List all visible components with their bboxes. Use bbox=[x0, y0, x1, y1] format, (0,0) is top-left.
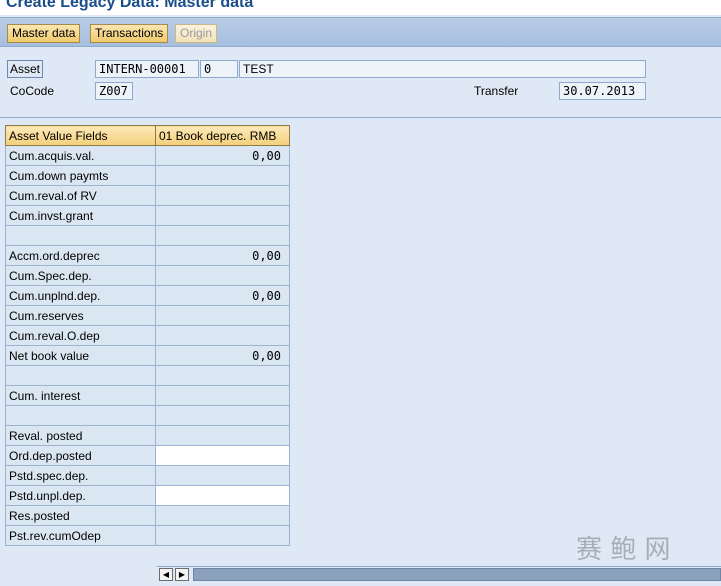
asset-label[interactable]: Asset bbox=[7, 60, 44, 78]
field-label bbox=[5, 405, 156, 426]
value-cell bbox=[155, 505, 290, 526]
value-cell bbox=[155, 185, 290, 206]
table-row bbox=[5, 405, 290, 426]
application-toolbar: Master data Transactions Origin bbox=[0, 17, 721, 47]
value-cell bbox=[155, 465, 290, 486]
value-cell: 0,00 bbox=[155, 345, 290, 366]
table-row: Reval. posted bbox=[5, 425, 290, 446]
table-row: Cum.acquis.val. 0,00 bbox=[5, 145, 290, 166]
field-label: Ord.dep.posted bbox=[5, 445, 156, 466]
transfer-date-label: Transfer bbox=[474, 84, 519, 98]
ord-dep-posted-input[interactable] bbox=[155, 445, 290, 466]
table-row: Cum.down paymts bbox=[5, 165, 290, 186]
origin-button[interactable]: Origin bbox=[175, 24, 218, 43]
table-row: Cum.reserves bbox=[5, 305, 290, 326]
table-row bbox=[5, 365, 290, 386]
field-label: Cum.acquis.val. bbox=[5, 145, 156, 166]
field-label: Reval. posted bbox=[5, 425, 156, 446]
transactions-button[interactable]: Transactions bbox=[90, 24, 169, 43]
table-row: Ord.dep.posted bbox=[5, 445, 290, 466]
value-cell bbox=[155, 525, 290, 546]
field-label: Pst.rev.cumOdep bbox=[5, 525, 156, 546]
table-row: Cum. interest bbox=[5, 385, 290, 406]
field-label bbox=[5, 365, 156, 386]
table-row: Pst.rev.cumOdep bbox=[5, 525, 290, 546]
field-label: Cum.reval.O.dep bbox=[5, 325, 156, 346]
value-cell bbox=[155, 385, 290, 406]
asset-subnumber-field[interactable]: 0 bbox=[200, 60, 238, 78]
table-row: Pstd.spec.dep. bbox=[5, 465, 290, 486]
table-row: Net book value 0,00 bbox=[5, 345, 290, 366]
value-cell bbox=[155, 365, 290, 386]
asset-values-area: Asset Value Fields 01 Book deprec. RMB C… bbox=[0, 118, 721, 568]
arrow-right-icon[interactable]: ▶ bbox=[175, 568, 189, 581]
value-cell bbox=[155, 205, 290, 226]
value-cell: 0,00 bbox=[155, 285, 290, 306]
value-cell: 0,00 bbox=[155, 245, 290, 266]
value-cell bbox=[155, 425, 290, 446]
pstd-unpl-dep-input[interactable] bbox=[155, 485, 290, 506]
table-row bbox=[5, 225, 290, 246]
value-cell bbox=[155, 265, 290, 286]
value-cell bbox=[155, 325, 290, 346]
field-label: Cum.reserves bbox=[5, 305, 156, 326]
asset-value-table: Asset Value Fields 01 Book deprec. RMB C… bbox=[5, 125, 290, 546]
field-label: Net book value bbox=[5, 345, 156, 366]
master-data-button[interactable]: Master data bbox=[7, 24, 81, 43]
field-label: Res.posted bbox=[5, 505, 156, 526]
field-label: Pstd.spec.dep. bbox=[5, 465, 156, 486]
table-row: Cum.Spec.dep. bbox=[5, 265, 290, 286]
table-row: Cum.unplnd.dep. 0,00 bbox=[5, 285, 290, 306]
field-label: Pstd.unpl.dep. bbox=[5, 485, 156, 506]
value-cell bbox=[155, 165, 290, 186]
arrow-left-icon[interactable]: ◀ bbox=[159, 568, 173, 581]
column-header-asset-value-fields[interactable]: Asset Value Fields bbox=[5, 125, 156, 146]
field-label: Cum.unplnd.dep. bbox=[5, 285, 156, 306]
field-label: Cum.Spec.dep. bbox=[5, 265, 156, 286]
cocode-field[interactable]: Z007 bbox=[95, 82, 133, 100]
asset-description-field: TEST bbox=[239, 60, 646, 78]
field-label: Cum.reval.of RV bbox=[5, 185, 156, 206]
watermark-text: 赛 鲍 网 bbox=[576, 535, 671, 565]
table-row: Pstd.unpl.dep. bbox=[5, 485, 290, 506]
field-label: Cum. interest bbox=[5, 385, 156, 406]
field-label bbox=[5, 225, 156, 246]
field-label: Accm.ord.deprec bbox=[5, 245, 156, 266]
transfer-date-field[interactable]: 30.07.2013 bbox=[559, 82, 646, 100]
cocode-label: CoCode bbox=[10, 84, 55, 98]
table-row: Accm.ord.deprec 0,00 bbox=[5, 245, 290, 266]
value-cell bbox=[155, 405, 290, 426]
field-label: Cum.invst.grant bbox=[5, 205, 156, 226]
table-row: Cum.reval.O.dep bbox=[5, 325, 290, 346]
value-cell bbox=[155, 225, 290, 246]
field-label: Cum.down paymts bbox=[5, 165, 156, 186]
value-cell bbox=[155, 305, 290, 326]
window-title: Create Legacy Data: Master data bbox=[0, 0, 721, 15]
header-section: Asset INTERN-00001 0 TEST CoCode Z007 Tr… bbox=[0, 47, 721, 117]
table-row: Cum.reval.of RV bbox=[5, 185, 290, 206]
column-header-book-depreciation[interactable]: 01 Book deprec. RMB bbox=[155, 125, 290, 146]
watermark-logo: 赛 鲍 网 bbox=[576, 535, 671, 565]
table-row: Cum.invst.grant bbox=[5, 205, 290, 226]
asset-number-field[interactable]: INTERN-00001 bbox=[95, 60, 199, 78]
value-cell: 0,00 bbox=[155, 145, 290, 166]
table-row: Res.posted bbox=[5, 505, 290, 526]
